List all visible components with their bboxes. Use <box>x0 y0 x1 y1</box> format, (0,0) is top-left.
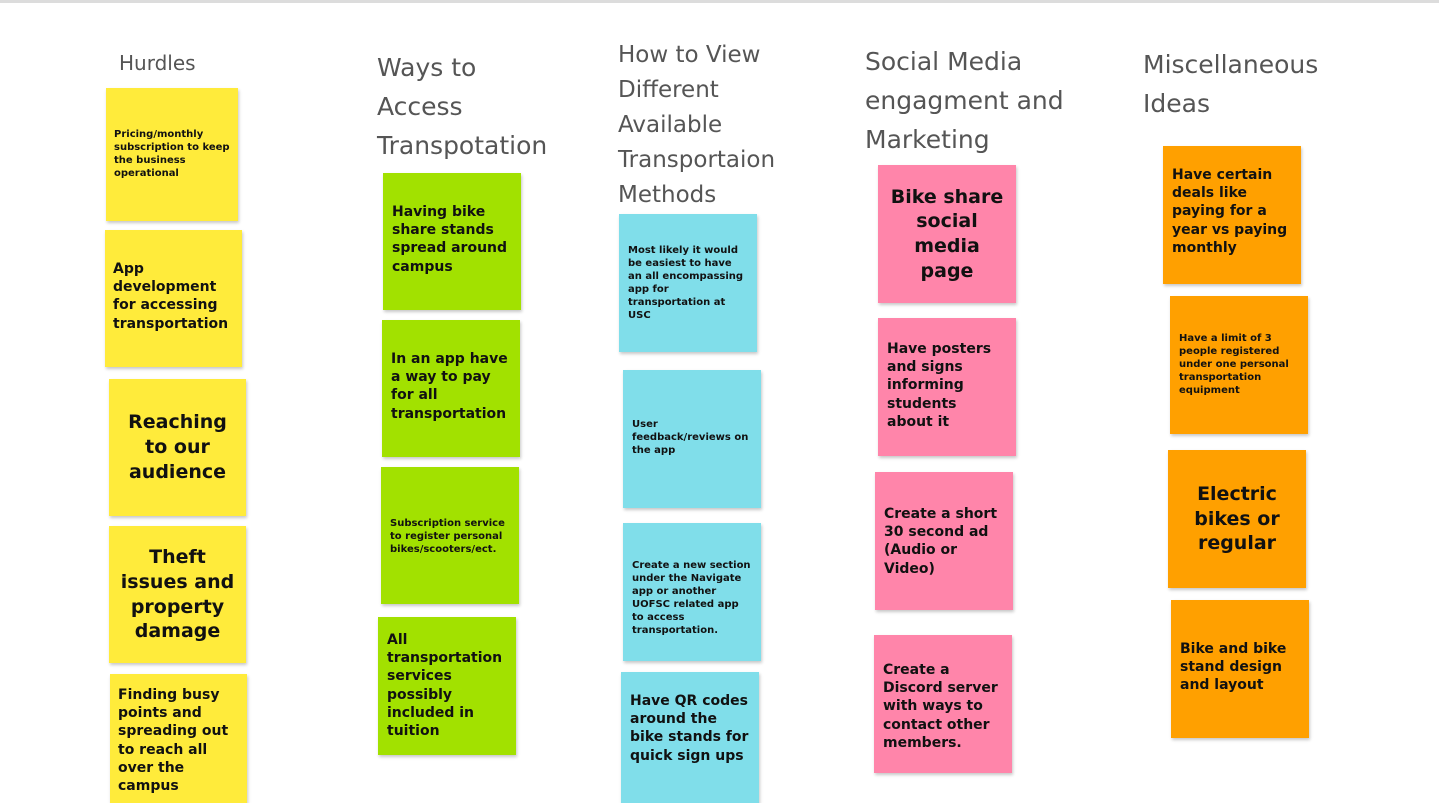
sticky-note[interactable]: Create a new section under the Navigate … <box>623 523 761 661</box>
column-title-ways-to-access: Ways to Access Transpotation <box>377 53 548 160</box>
sticky-note[interactable]: Reaching to our audience <box>109 379 246 516</box>
sticky-note[interactable]: Bike share social media page <box>878 165 1016 303</box>
sticky-note[interactable]: Create a Discord server with ways to con… <box>874 635 1012 773</box>
sticky-note[interactable]: Subscription service to register persona… <box>381 467 519 604</box>
column-title-hurdles: Hurdles <box>119 51 196 75</box>
top-divider <box>0 0 1439 3</box>
sticky-note[interactable]: Create a short 30 second ad (Audio or Vi… <box>875 472 1013 610</box>
sticky-note[interactable]: All transportation services possibly inc… <box>378 617 516 755</box>
sticky-note[interactable]: In an app have a way to pay for all tran… <box>382 320 520 457</box>
column-title-miscellaneous: Miscellaneous Ideas <box>1143 50 1319 118</box>
sticky-note[interactable]: App development for accessing transporta… <box>105 230 242 367</box>
sticky-note[interactable]: Have QR codes around the bike stands for… <box>621 672 759 803</box>
sticky-note[interactable]: User feedback/reviews on the app <box>623 370 761 508</box>
column-title-social-media: Social Media engagment and Marketing <box>865 47 1064 154</box>
sticky-note[interactable]: Electric bikes or regular <box>1168 450 1306 588</box>
sticky-note[interactable]: Pricing/monthly subscription to keep the… <box>106 88 238 221</box>
sticky-note[interactable]: Finding busy points and spreading out to… <box>110 674 247 803</box>
sticky-note[interactable]: Most likely it would be easiest to have … <box>619 214 757 352</box>
sticky-note[interactable]: Have certain deals like paying for a yea… <box>1163 146 1301 284</box>
sticky-note[interactable]: Have a limit of 3 people registered unde… <box>1170 296 1308 434</box>
sticky-note[interactable]: Theft issues and property damage <box>109 526 246 663</box>
sticky-note[interactable]: Have posters and signs informing student… <box>878 318 1016 456</box>
sticky-note[interactable]: Bike and bike stand design and layout <box>1171 600 1309 738</box>
column-title-how-to-view: How to View Different Available Transpor… <box>618 42 776 208</box>
sticky-note[interactable]: Having bike share stands spread around c… <box>383 173 521 310</box>
